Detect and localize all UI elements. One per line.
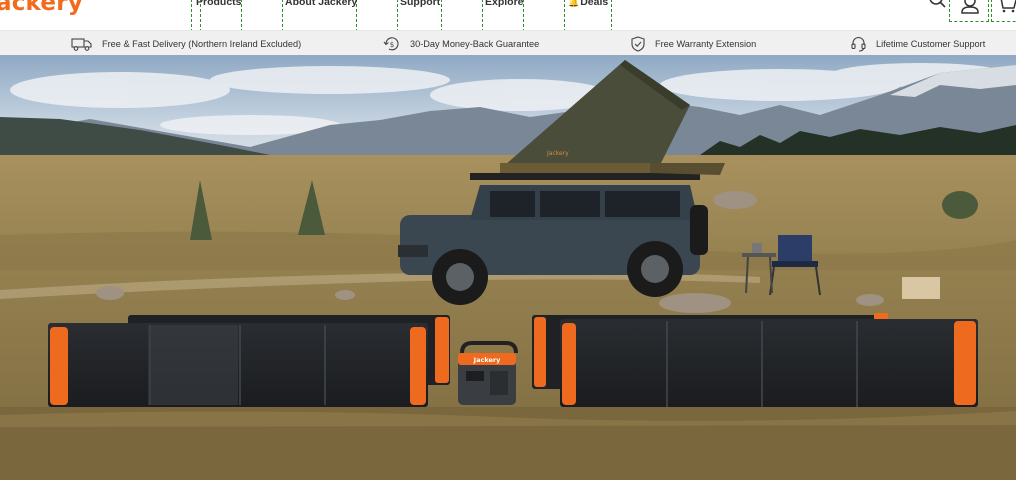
nav-deals[interactable]: 🔔Deals [568,0,608,8]
promo-label: Free Warranty Extension [655,38,757,49]
solar-panel-right [560,319,978,407]
nav-products[interactable]: Products [196,0,242,8]
promo-item-delivery: Free & Fast Delivery (Northern Ireland E… [71,31,301,56]
svg-text:$: $ [390,41,394,49]
nav-deals-label: Deals [580,0,609,8]
shield-check-icon [631,35,645,52]
top-navigation: ackery Products About Jackery Support Ex… [0,0,1016,32]
promo-item-support: Lifetime Customer Support [850,31,985,56]
cart-icon [1000,0,1016,13]
hero-image: Jackery Jackery [0,55,1016,480]
bell-icon: 🔔 [568,0,580,7]
solar-panel-left [48,323,428,407]
storage-box [902,277,940,299]
promo-bar: Free & Fast Delivery (Northern Ireland E… [0,30,1016,55]
power-station-logo: Jackery [473,356,501,364]
account-button[interactable] [949,0,989,22]
tent-logo: Jackery [546,150,569,157]
hero-banner[interactable]: Jackery Jackery [0,55,1016,480]
promo-label: Free & Fast Delivery (Northern Ireland E… [102,38,302,49]
cart-button[interactable] [991,0,1016,22]
promo-item-money-back: $ 30-Day Money-Back Guarantee [383,31,539,56]
promo-label: Lifetime Customer Support [876,38,986,49]
user-icon [961,0,979,14]
nav-focus-outline [0,0,192,32]
nav-explore[interactable]: Explore [485,0,524,8]
money-back-icon: $ [383,36,399,50]
truck-icon [71,37,92,51]
headset-icon [851,36,866,52]
nav-support[interactable]: Support [400,0,440,8]
promo-item-warranty: Free Warranty Extension [630,31,756,56]
search-icon[interactable] [928,0,946,15]
nav-about-jackery[interactable]: About Jackery [285,0,357,8]
promo-label: 30-Day Money-Back Guarantee [410,38,540,49]
